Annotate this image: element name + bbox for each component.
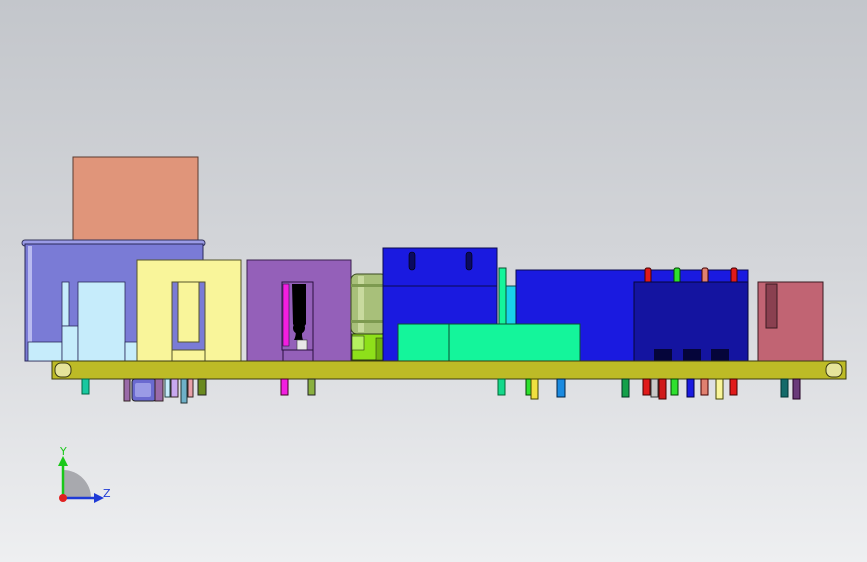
triad-z-label: Z (103, 487, 111, 500)
violet-jack-component[interactable] (246, 259, 352, 362)
triad-y-label: Y (59, 445, 67, 458)
yellow-connector[interactable] (136, 259, 242, 362)
cyan-spacer[interactable] (505, 285, 518, 325)
orientation-triad: Y Z (58, 445, 111, 503)
green-module[interactable] (397, 323, 581, 363)
salmon-component[interactable] (72, 156, 199, 243)
rose-connector[interactable] (757, 281, 824, 363)
model-view[interactable]: Y Z (0, 0, 867, 562)
through-hole-pins (81, 378, 801, 404)
pin-header[interactable] (633, 267, 749, 363)
pcb-board[interactable] (51, 360, 847, 380)
graphics-viewport[interactable]: Y Z (0, 0, 867, 562)
